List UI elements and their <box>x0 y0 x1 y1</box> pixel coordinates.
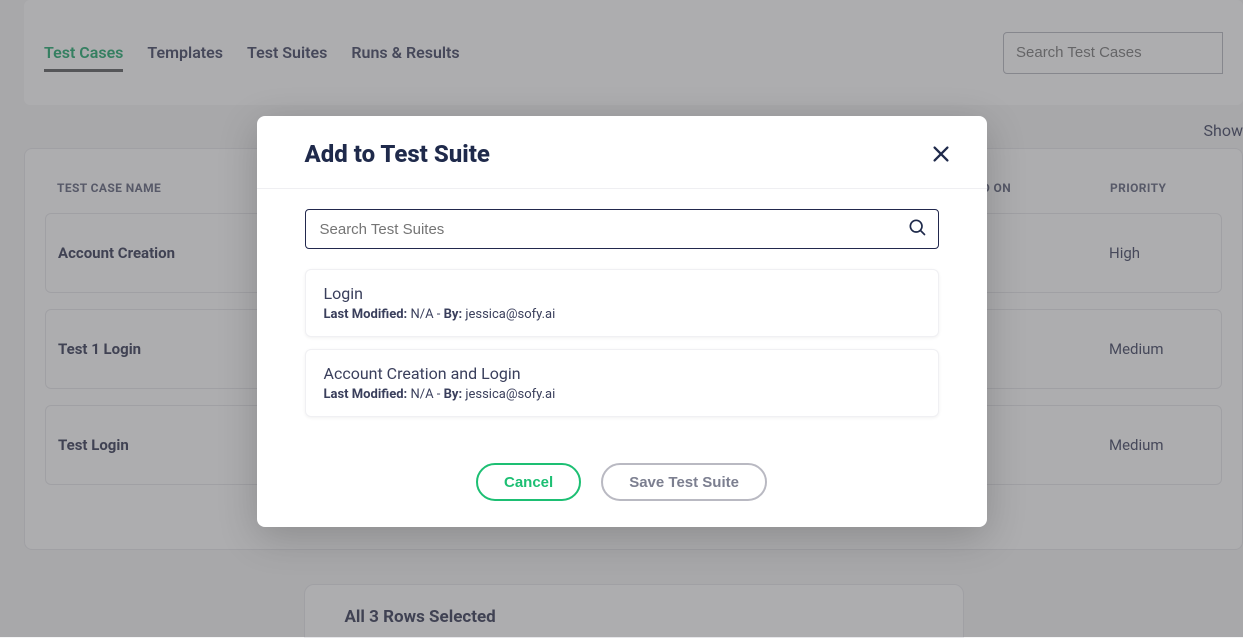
cancel-button[interactable]: Cancel <box>476 463 581 501</box>
save-test-suite-button[interactable]: Save Test Suite <box>601 463 767 501</box>
modal-title: Add to Test Suite <box>305 140 490 168</box>
suite-search-input[interactable] <box>305 209 939 249</box>
suite-item[interactable]: Login Last Modified: N/A - By: jessica@s… <box>305 269 939 337</box>
suite-name: Login <box>324 284 920 303</box>
close-button[interactable] <box>927 140 955 168</box>
close-icon <box>930 143 952 165</box>
search-icon <box>907 217 927 241</box>
add-to-suite-modal: Add to Test Suite Login Last Modified: N… <box>257 116 987 527</box>
suite-meta: Last Modified: N/A - By: jessica@sofy.ai <box>324 387 920 402</box>
suite-meta: Last Modified: N/A - By: jessica@sofy.ai <box>324 307 920 322</box>
suite-name: Account Creation and Login <box>324 364 920 383</box>
suite-item[interactable]: Account Creation and Login Last Modified… <box>305 349 939 417</box>
modal-overlay: Add to Test Suite Login Last Modified: N… <box>0 0 1243 637</box>
